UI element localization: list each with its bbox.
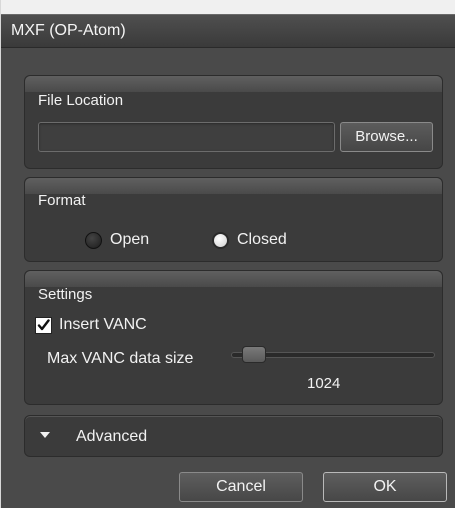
panel-header <box>25 178 442 194</box>
chevron-down-icon <box>40 432 50 438</box>
settings-title: Settings <box>38 286 93 303</box>
settings-panel: Settings Insert VANC Max VANC data size … <box>24 270 443 405</box>
ok-button[interactable]: OK <box>323 472 447 502</box>
browse-button[interactable]: Browse... <box>340 122 433 152</box>
file-location-title: File Location <box>38 92 124 109</box>
top-strip <box>1 0 455 14</box>
mxf-dialog: MXF (OP-Atom) File Location Browse... Fo… <box>0 0 455 508</box>
format-closed-label: Closed <box>237 231 287 248</box>
checkmark-icon <box>35 316 52 334</box>
format-open-radio[interactable]: Open <box>85 231 149 249</box>
max-vanc-label: Max VANC data size <box>47 350 194 367</box>
title-bar: MXF (OP-Atom) <box>1 14 455 48</box>
dialog-title: MXF (OP-Atom) <box>11 22 126 39</box>
cancel-button[interactable]: Cancel <box>179 472 303 502</box>
radio-selected-icon <box>212 231 229 249</box>
file-location-panel: File Location Browse... <box>24 75 443 169</box>
file-path-input[interactable] <box>38 122 335 152</box>
format-panel: Format Open Closed <box>24 177 443 262</box>
insert-vanc-label: Insert VANC <box>59 316 147 333</box>
format-open-label: Open <box>110 231 150 248</box>
format-title: Format <box>38 192 86 209</box>
advanced-label: Advanced <box>76 428 148 445</box>
advanced-section-toggle[interactable]: Advanced <box>24 415 443 457</box>
radio-unselected-icon <box>85 231 102 249</box>
max-vanc-slider-thumb[interactable] <box>241 346 266 363</box>
panel-header <box>25 271 442 287</box>
format-closed-radio[interactable]: Closed <box>212 231 287 249</box>
insert-vanc-checkbox[interactable]: Insert VANC <box>35 316 147 334</box>
max-vanc-value: 1024 <box>307 375 341 392</box>
panel-header <box>25 76 442 92</box>
